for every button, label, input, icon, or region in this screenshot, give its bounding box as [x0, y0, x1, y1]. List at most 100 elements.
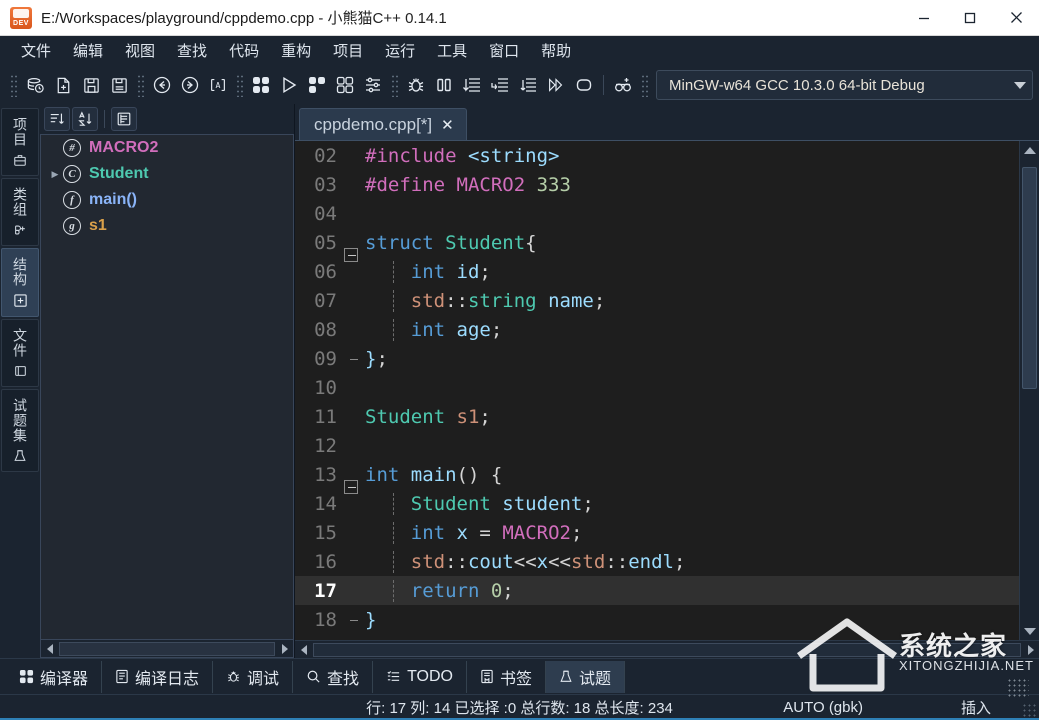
- toolbar-grip-4[interactable]: [390, 73, 399, 97]
- toolbar-grip-3[interactable]: [235, 73, 244, 97]
- save-all-icon[interactable]: [105, 71, 133, 99]
- vtab-project[interactable]: 项目: [1, 108, 39, 176]
- scroll-left-icon[interactable]: [41, 641, 58, 657]
- code-line[interactable]: 02 #include <string>: [295, 141, 1019, 170]
- bottom-tab-problem[interactable]: 试题: [546, 660, 626, 693]
- code-line[interactable]: 13 int main() {: [295, 460, 1019, 494]
- structure-item-macro2[interactable]: # MACRO2: [41, 135, 293, 161]
- bottom-tab-debug[interactable]: 调试: [213, 660, 294, 693]
- bottom-tab-compile-log[interactable]: 编译日志: [102, 660, 214, 693]
- vtab-project-label: 项目: [12, 117, 28, 147]
- editor-scroll-left-icon[interactable]: [295, 642, 312, 658]
- insert-mode-status[interactable]: 插入: [961, 697, 991, 718]
- menu-view[interactable]: 视图: [114, 37, 166, 64]
- code-line[interactable]: 06 int id;: [295, 257, 1019, 286]
- minimize-button[interactable]: [901, 0, 947, 36]
- stop-icon[interactable]: [570, 71, 598, 99]
- bottom-tab-search[interactable]: 查找: [293, 660, 374, 693]
- scroll-up-icon[interactable]: [1020, 141, 1039, 159]
- show-inherited-icon[interactable]: [111, 107, 137, 131]
- maximize-button[interactable]: [947, 0, 993, 36]
- forward-icon[interactable]: [176, 71, 204, 99]
- structure-tree[interactable]: # MACRO2 ▶ C Student f main() g s1: [40, 134, 294, 640]
- open-project-icon[interactable]: [21, 71, 49, 99]
- back-icon[interactable]: [148, 71, 176, 99]
- code-line[interactable]: 17 return 0;: [295, 576, 1019, 605]
- vtab-structure[interactable]: 结构: [1, 248, 39, 317]
- editor-hscrollbar[interactable]: [295, 640, 1039, 658]
- editor-scroll-right-icon[interactable]: [1022, 642, 1039, 658]
- vtab-files[interactable]: 文件: [1, 319, 39, 387]
- rebuild-icon[interactable]: [331, 71, 359, 99]
- options-icon[interactable]: [359, 71, 387, 99]
- menu-tools[interactable]: 工具: [426, 37, 478, 64]
- structure-hscroll-track[interactable]: [59, 641, 275, 656]
- scroll-right-icon[interactable]: [276, 641, 293, 657]
- code-editor[interactable]: 02 #include <string> 03 #define MACRO2 333 0…: [295, 141, 1019, 640]
- code-line[interactable]: 04: [295, 199, 1019, 228]
- menu-refactor[interactable]: 重构: [270, 37, 322, 64]
- step-over-icon[interactable]: [458, 71, 486, 99]
- code-line[interactable]: 05 struct Student{: [295, 228, 1019, 262]
- structure-hscrollbar[interactable]: [40, 640, 294, 658]
- step-into-icon[interactable]: [486, 71, 514, 99]
- menu-code[interactable]: 代码: [218, 37, 270, 64]
- sort-alpha-icon[interactable]: [72, 107, 98, 131]
- code-line[interactable]: 16 std::cout<<x<<std::endl;: [295, 547, 1019, 576]
- editor-vscroll-thumb[interactable]: [1022, 167, 1037, 390]
- editor-vscroll-track[interactable]: [1020, 159, 1039, 622]
- step-out-icon[interactable]: [514, 71, 542, 99]
- code-line[interactable]: 11 Student s1;: [295, 402, 1019, 431]
- code-line[interactable]: 15 int x = MACRO2;: [295, 518, 1019, 547]
- code-line[interactable]: 10: [295, 373, 1019, 402]
- new-file-icon[interactable]: [49, 71, 77, 99]
- menu-file[interactable]: 文件: [10, 37, 62, 64]
- auto-format-icon[interactable]: A: [204, 71, 232, 99]
- save-icon[interactable]: [77, 71, 105, 99]
- continue-icon[interactable]: [542, 71, 570, 99]
- menu-window[interactable]: 窗口: [478, 37, 530, 64]
- bottom-tab-compiler[interactable]: 编译器: [6, 660, 103, 693]
- structure-item-student[interactable]: ▶ C Student: [41, 161, 293, 187]
- vtab-problemset[interactable]: 试题集: [1, 389, 39, 472]
- vtab-classes[interactable]: 类组: [1, 178, 39, 246]
- menu-edit[interactable]: 编辑: [62, 37, 114, 64]
- toolbar-grip-2[interactable]: [136, 73, 145, 97]
- compile-icon[interactable]: [247, 71, 275, 99]
- debug-icon[interactable]: [402, 71, 430, 99]
- sort-by-type-icon[interactable]: [44, 107, 70, 131]
- editor-hscroll-track[interactable]: [313, 642, 1021, 657]
- menu-help[interactable]: 帮助: [530, 37, 582, 64]
- code-line[interactable]: 18}: [295, 605, 1019, 634]
- editor-vscrollbar[interactable]: [1019, 141, 1039, 640]
- compile-run-icon[interactable]: [303, 71, 331, 99]
- line-number: 03: [314, 173, 337, 196]
- resize-grip[interactable]: [1022, 703, 1036, 717]
- close-button[interactable]: [993, 0, 1039, 36]
- menu-search[interactable]: 查找: [166, 37, 218, 64]
- bottom-tab-bookmark[interactable]: 书签: [467, 660, 547, 693]
- menu-run[interactable]: 运行: [374, 37, 426, 64]
- run-icon[interactable]: [275, 71, 303, 99]
- compiler-set-combo[interactable]: MinGW-w64 GCC 10.3.0 64-bit Debug: [656, 70, 1033, 100]
- expand-arrow-icon[interactable]: ▶: [47, 169, 63, 180]
- pause-icon[interactable]: [430, 71, 458, 99]
- code-line[interactable]: 03 #define MACRO2 333: [295, 170, 1019, 199]
- menu-project[interactable]: 项目: [322, 37, 374, 64]
- toolbar-grip-5[interactable]: [640, 73, 649, 97]
- code-line[interactable]: 14 Student student;: [295, 489, 1019, 518]
- scroll-down-icon[interactable]: [1020, 622, 1039, 640]
- structure-panel: # MACRO2 ▶ C Student f main() g s1: [40, 104, 295, 658]
- close-icon[interactable]: ✕: [441, 116, 454, 134]
- bottom-tab-todo[interactable]: TODO: [373, 660, 467, 693]
- code-line[interactable]: 09};: [295, 344, 1019, 373]
- toolbar-grip[interactable]: [9, 73, 18, 97]
- structure-item-s1[interactable]: g s1: [41, 213, 293, 239]
- code-line[interactable]: 07 std::string name;: [295, 286, 1019, 315]
- editor-tab-cppdemo[interactable]: cppdemo.cpp[*] ✕: [299, 108, 467, 140]
- code-line[interactable]: 12: [295, 431, 1019, 460]
- code-line[interactable]: 08 int age;: [295, 315, 1019, 344]
- add-watch-icon[interactable]: [609, 71, 637, 99]
- encoding-status[interactable]: AUTO (gbk): [783, 699, 863, 716]
- structure-item-main[interactable]: f main(): [41, 187, 293, 213]
